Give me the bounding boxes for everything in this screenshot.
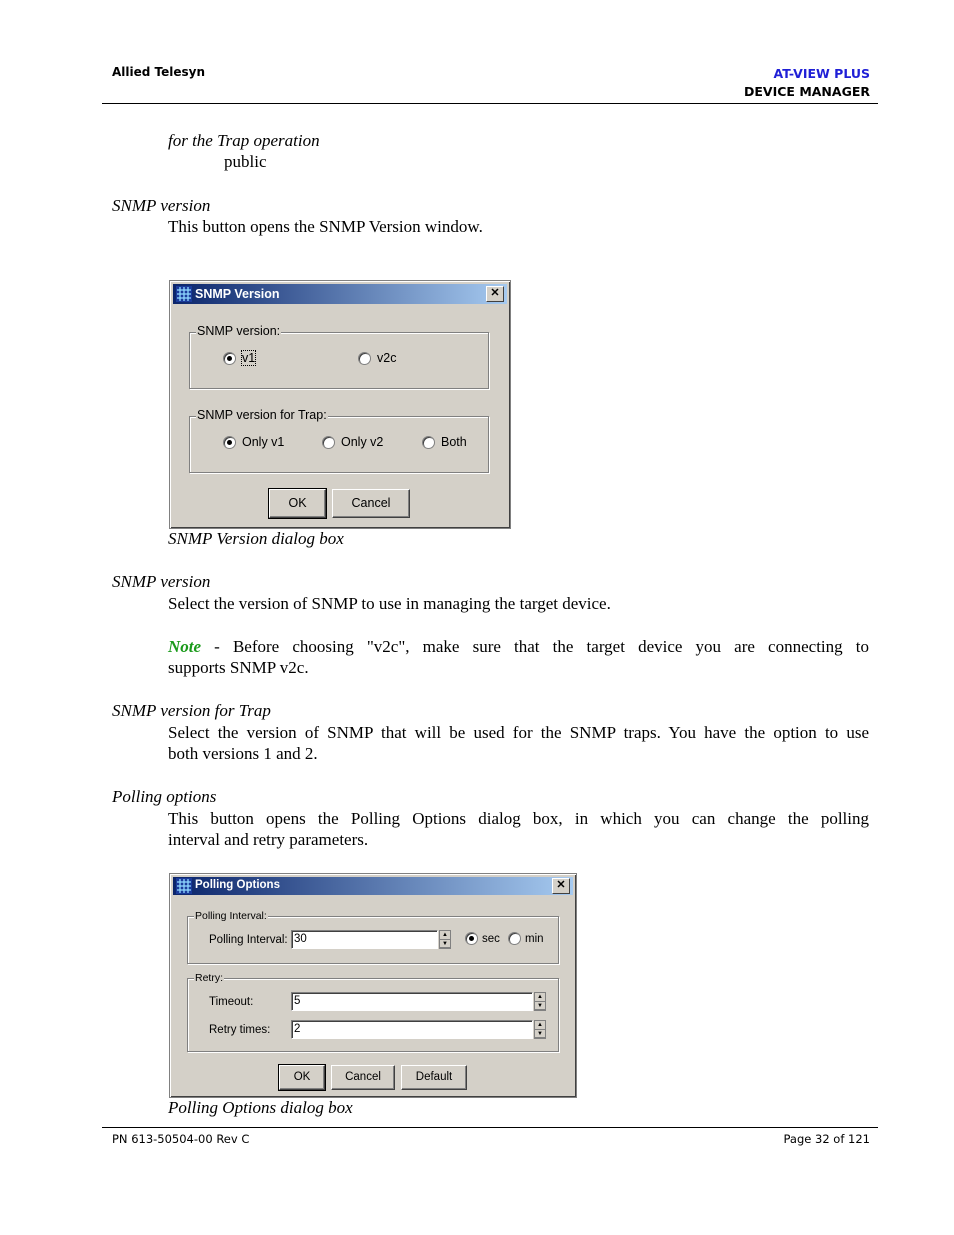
ok-button[interactable]: OK [268, 488, 327, 519]
group-label: SNMP version: [196, 324, 282, 338]
radio-label: Only v2 [341, 435, 384, 449]
radio-selected-icon [223, 435, 236, 449]
polling-interval-label: Polling Interval: [209, 934, 288, 946]
polling-interval-spinner[interactable]: ▲ ▼ [439, 930, 451, 949]
page-number: Page 32 of 121 [783, 1132, 870, 1146]
polling-caption: Polling Options dialog box [168, 1098, 353, 1117]
timeout-input[interactable]: 5 [291, 992, 533, 1011]
note-text: - Before choosing "v2c", make sure that … [201, 637, 869, 656]
radio-unselected-icon [422, 435, 435, 449]
group-label: Polling Interval: [194, 910, 268, 922]
radio-unselected-icon [508, 932, 521, 945]
timeout-label: Timeout: [209, 996, 254, 1008]
spin-up-icon[interactable]: ▲ [535, 993, 545, 1002]
snmp-caption: SNMP Version dialog box [168, 529, 344, 548]
group-label: SNMP version for Trap: [196, 408, 328, 422]
header-rule [102, 103, 878, 104]
radio-sec[interactable]: sec [465, 932, 500, 945]
spin-up-icon[interactable]: ▲ [535, 1021, 545, 1030]
radio-label: v1 [240, 350, 257, 366]
radio-label: Both [441, 435, 467, 449]
radio-selected-icon [465, 932, 478, 945]
radio-selected-icon [223, 351, 236, 365]
snmp-version-dialog: SNMP Version ✕ SNMP version: v1 v2c SNMP… [169, 280, 511, 529]
polling-interval-input[interactable]: 30 [291, 930, 438, 949]
polling-options-dialog: Polling Options ✕ Polling Interval: Poll… [169, 873, 577, 1098]
close-icon[interactable]: ✕ [552, 878, 570, 894]
radio-only-v1[interactable]: Only v1 [223, 435, 284, 449]
header-right: AT-VIEW PLUS DEVICE MANAGER [744, 65, 870, 100]
spin-down-icon[interactable]: ▼ [535, 1030, 545, 1038]
trap-desc-2: both versions 1 and 2. [168, 744, 318, 763]
app-grid-icon [176, 878, 192, 894]
radio-only-v2[interactable]: Only v2 [322, 435, 383, 449]
trap-heading: SNMP version for Trap [112, 701, 271, 720]
polling-interval-group: Polling Interval: Polling Interval: 30 ▲… [187, 910, 559, 964]
cancel-button[interactable]: Cancel [332, 489, 410, 518]
snmp-version-desc-2: Select the version of SNMP to use in man… [168, 594, 611, 613]
polling-desc-2: interval and retry parameters. [168, 830, 369, 849]
trap-label: for the Trap operation [168, 131, 320, 150]
polling-heading: Polling options [112, 787, 217, 806]
radio-both[interactable]: Both [422, 435, 467, 449]
snmp-version-heading-2: SNMP version [112, 572, 211, 591]
spin-up-icon[interactable]: ▲ [440, 931, 450, 940]
retry-group: Retry: Timeout: 5 ▲ ▼ Retry times: 2 ▲ ▼ [187, 972, 559, 1052]
part-number: PN 613-50504-00 Rev C [112, 1132, 250, 1146]
retry-times-input[interactable]: 2 [291, 1020, 533, 1039]
trap-desc-1: Select the version of SNMP that will be … [168, 723, 869, 742]
radio-unselected-icon [358, 351, 371, 365]
radio-v1[interactable]: v1 [223, 350, 257, 366]
retry-times-spinner[interactable]: ▲ ▼ [534, 1020, 546, 1039]
radio-unselected-icon [322, 435, 335, 449]
group-label: Retry: [194, 972, 225, 984]
snmp-trap-version-group: SNMP version for Trap: Only v1 Only v2 B… [189, 408, 489, 473]
default-button[interactable]: Default [401, 1065, 467, 1090]
snmp-version-heading: SNMP version [112, 196, 211, 215]
polling-dialog-title: Polling Options [195, 879, 280, 891]
radio-v2c[interactable]: v2c [358, 351, 396, 365]
timeout-spinner[interactable]: ▲ ▼ [534, 992, 546, 1011]
footer-rule [102, 1127, 878, 1128]
note-word: Note [168, 637, 202, 656]
radio-label: min [525, 932, 544, 945]
ok-button[interactable]: OK [278, 1064, 326, 1091]
module-name: DEVICE MANAGER [744, 83, 870, 99]
radio-label: sec [482, 932, 500, 945]
retry-times-label: Retry times: [209, 1024, 271, 1036]
trap-value: public [224, 152, 267, 171]
radio-label: Only v1 [242, 435, 285, 449]
cancel-button[interactable]: Cancel [331, 1065, 395, 1090]
close-icon[interactable]: ✕ [486, 286, 504, 302]
polling-dialog-titlebar: Polling Options ✕ [173, 877, 573, 895]
app-grid-icon [176, 286, 192, 302]
snmp-dialog-titlebar: SNMP Version ✕ [173, 284, 507, 304]
snmp-version-desc: This button opens the SNMP Version windo… [168, 217, 483, 236]
company-name: Allied Telesyn [112, 65, 206, 79]
radio-min[interactable]: min [508, 932, 544, 945]
snmp-version-group: SNMP version: v1 v2c [189, 324, 489, 389]
spin-down-icon[interactable]: ▼ [440, 940, 450, 948]
note-line-1: Note - Before choosing "v2c", make sure … [168, 636, 869, 657]
spin-down-icon[interactable]: ▼ [535, 1002, 545, 1010]
radio-label: v2c [377, 351, 397, 365]
polling-desc-1: This button opens the Polling Options di… [168, 809, 869, 828]
snmp-dialog-title: SNMP Version [195, 287, 280, 301]
note-line-2: supports SNMP v2c. [168, 658, 309, 677]
product-name: AT-VIEW PLUS [773, 66, 870, 81]
